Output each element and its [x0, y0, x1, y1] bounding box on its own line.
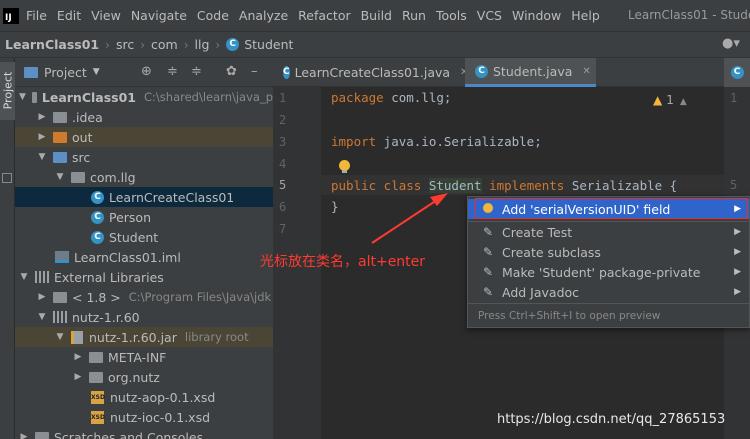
- annotation-arrow: [371, 193, 448, 244]
- watermark: https://blog.csdn.net/qq_27865153: [497, 412, 726, 427]
- annotation-note: 光标放在类名，alt+enter: [260, 254, 426, 270]
